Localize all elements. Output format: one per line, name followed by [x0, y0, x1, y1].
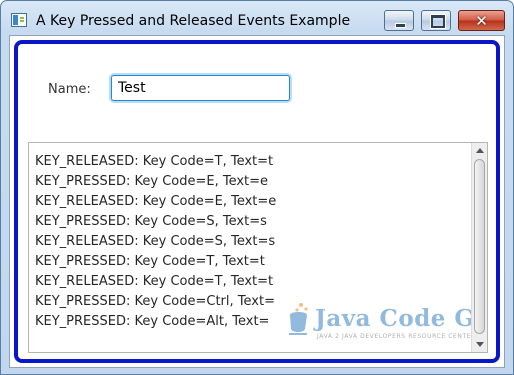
app-window: A Key Pressed and Released Events Exampl… — [0, 0, 514, 375]
window-title: A Key Pressed and Released Events Exampl… — [36, 13, 351, 29]
name-input[interactable] — [111, 75, 290, 101]
log-line: KEY_RELEASED: Key Code=S, Text=s — [35, 234, 276, 249]
scroll-down-arrow-icon[interactable] — [476, 342, 484, 347]
maximize-button[interactable] — [421, 10, 451, 31]
watermark-subtitle: JAVA 2 JAVA DEVELOPERS RESOURCE CENTER — [317, 333, 476, 340]
log-line-partial — [35, 143, 467, 152]
java-app-icon[interactable] — [11, 13, 27, 27]
log-line: KEY_RELEASED: Key Code=T, Text=t — [35, 154, 274, 169]
log-line: KEY_RELEASED: Key Code=E, Text=e — [35, 194, 277, 209]
log-line: KEY_PRESSED: Key Code=Alt, Text= — [35, 314, 270, 329]
minimize-icon — [395, 23, 406, 28]
close-icon: ✕ — [475, 11, 488, 30]
client-area: Name: KEY_RELEASED: Key Code=T, Text=t K… — [9, 35, 505, 368]
title-bar[interactable]: A Key Pressed and Released Events Exampl… — [1, 1, 513, 35]
close-button[interactable]: ✕ — [458, 10, 505, 31]
log-line: KEY_PRESSED: Key Code=Ctrl, Text= — [35, 294, 275, 309]
event-log-lines: KEY_RELEASED: Key Code=T, Text=t KEY_PRE… — [35, 143, 467, 332]
scroll-up-arrow-icon[interactable] — [476, 148, 484, 153]
log-line: KEY_PRESSED: Key Code=S, Text=s — [35, 214, 267, 229]
log-line: KEY_PRESSED: Key Code=T, Text=t — [35, 254, 265, 269]
log-line: KEY_RELEASED: Key Code=T, Text=t — [35, 274, 274, 289]
scrollbar-thumb[interactable] — [474, 159, 485, 334]
log-line: KEY_PRESSED: Key Code=E, Text=e — [35, 174, 269, 189]
name-label: Name: — [48, 82, 91, 97]
maximize-icon — [430, 14, 446, 29]
root-pane: Name: KEY_RELEASED: Key Code=T, Text=t K… — [14, 40, 500, 363]
minimize-button[interactable] — [384, 10, 414, 31]
vertical-scrollbar[interactable] — [471, 143, 487, 352]
event-log-textarea[interactable]: KEY_RELEASED: Key Code=T, Text=t KEY_PRE… — [28, 142, 488, 353]
